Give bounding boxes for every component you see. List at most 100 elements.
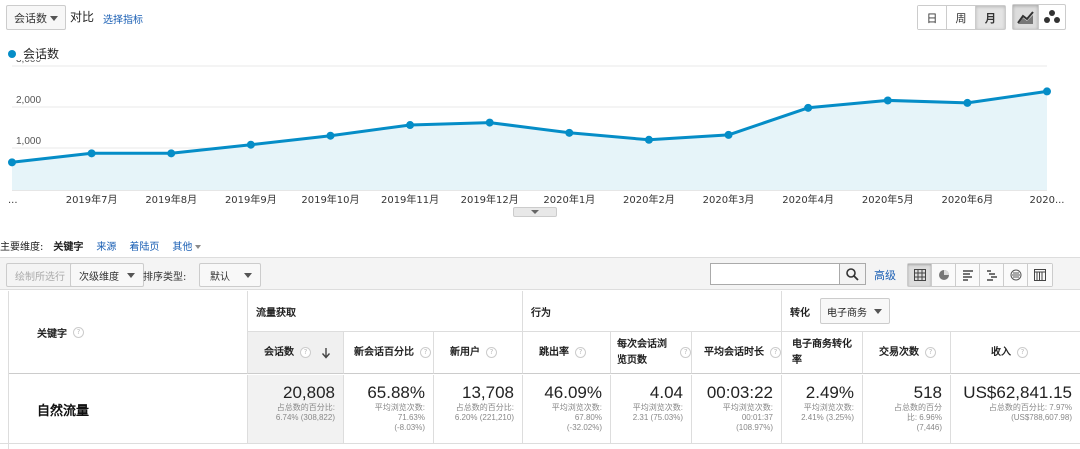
- primary-dimension-label: 主要维度:: [0, 241, 44, 253]
- data-point: [565, 128, 574, 137]
- sort-type-value: 默认: [210, 271, 230, 283]
- select-metric-link[interactable]: 选择指标: [103, 11, 143, 26]
- x-tick-label: 2019年10月: [301, 193, 359, 206]
- col-new-sessions-pct-label: 新会话百分比: [354, 346, 414, 358]
- cell-new-users: 13,708 占总数的百分比: 6.20% (221,210): [434, 375, 523, 443]
- col-ecommerce-conversion-rate[interactable]: 电子商务转化率: [782, 332, 863, 374]
- y-tick-label: 2,000: [16, 95, 41, 106]
- sessions-line-chart: 1,000 2,000 3,000... 2019年7月 2019年8月 2019年9月 2…: [8, 60, 1065, 206]
- granularity-toggle: 日 周 月: [917, 5, 1006, 30]
- chart-collapse-handle[interactable]: [513, 207, 557, 217]
- cell-new-users-sub-2: 6.20% (221,210): [454, 413, 514, 422]
- help-icon[interactable]: ?: [1017, 347, 1028, 358]
- chevron-down-icon: [127, 272, 135, 278]
- keyword-column-header[interactable]: 关键字?: [9, 291, 248, 374]
- data-point: [167, 149, 176, 158]
- data-point: [8, 158, 16, 167]
- col-pages-per-session-label: 每次会话浏览页数: [617, 338, 667, 366]
- help-icon[interactable]: ?: [770, 347, 781, 358]
- view-pivot-button[interactable]: [1028, 264, 1052, 286]
- motion-chart-button[interactable]: [1039, 5, 1065, 29]
- col-pages-per-session[interactable]: 每次会话浏览页数?: [611, 332, 692, 374]
- view-comparison-button[interactable]: [980, 264, 1004, 286]
- dimension-other-dropdown[interactable]: 其他: [172, 238, 202, 253]
- pivot-icon: [1034, 269, 1046, 281]
- advanced-filter-link[interactable]: 高级: [874, 267, 896, 283]
- granularity-month-button[interactable]: 月: [976, 6, 1005, 29]
- help-icon[interactable]: ?: [300, 347, 311, 358]
- view-term-cloud-button[interactable]: [1004, 264, 1028, 286]
- help-icon[interactable]: ?: [73, 326, 84, 338]
- help-icon[interactable]: ?: [486, 347, 497, 358]
- view-data-table-button[interactable]: [908, 264, 932, 286]
- help-icon[interactable]: ?: [420, 347, 431, 358]
- secondary-dimension-select[interactable]: 次级维度: [70, 263, 144, 287]
- data-point: [883, 96, 892, 105]
- cell-new-sessions-pct-sub-3: (-8.03%): [394, 423, 425, 432]
- dimension-keyword[interactable]: 关键字: [53, 238, 83, 253]
- plot-rows-button[interactable]: 绘制所选行: [6, 263, 74, 287]
- sort-desc-arrow-icon: [321, 347, 331, 359]
- col-avg-session-duration[interactable]: 平均会话时长?: [692, 332, 782, 374]
- data-point: [963, 98, 972, 107]
- row-label-organic[interactable]: 自然流量: [9, 375, 248, 443]
- x-tick-label: 2019年11月: [381, 193, 439, 206]
- data-point: [87, 149, 96, 158]
- col-revenue[interactable]: 收入?: [951, 332, 1080, 374]
- sort-type-label: 排序类型:: [143, 272, 187, 283]
- conversion-type-select[interactable]: 电子商务: [820, 298, 890, 324]
- collapse-arrow-icon: [531, 210, 539, 214]
- data-point: [644, 135, 653, 144]
- cell-pages-per-session-value: 4.04: [649, 383, 683, 402]
- cell-new-users-sub-1: 占总数的百分比:: [455, 403, 514, 412]
- cell-transactions-sub-3: (7,446): [916, 423, 942, 432]
- view-performance-button[interactable]: [956, 264, 980, 286]
- cell-ecommerce-conversion-rate-value: 2.49%: [805, 383, 854, 402]
- group-conversions: 转化 电子商务: [782, 291, 1080, 332]
- help-icon[interactable]: ?: [680, 347, 691, 358]
- granularity-week-button[interactable]: 周: [947, 6, 976, 29]
- dimension-source-link[interactable]: 来源: [96, 238, 116, 253]
- x-tick-label: 2020年3月: [703, 193, 755, 206]
- cell-sessions-sub-1: 占总数的百分比:: [276, 403, 335, 412]
- search-button[interactable]: [840, 263, 866, 285]
- data-point: [326, 131, 335, 140]
- group-behavior: 行为: [523, 291, 782, 332]
- comparison-icon: [986, 270, 997, 281]
- cell-new-sessions-pct: 65.88% 平均浏览次数: 71.63% (-8.03%): [344, 375, 434, 443]
- dimension-landing-page-link[interactable]: 着陆页: [129, 238, 159, 253]
- help-icon[interactable]: ?: [575, 347, 586, 358]
- metric-select-value: 会话数: [14, 11, 47, 25]
- metric-select[interactable]: 会话数: [6, 5, 66, 30]
- x-tick-label: 2020年4月: [782, 193, 834, 206]
- legend-dot: [8, 49, 16, 58]
- cell-revenue-sub-1: 占总数的百分比: 7.97%: [988, 403, 1072, 412]
- view-pie-button[interactable]: [932, 264, 956, 286]
- help-icon[interactable]: ?: [925, 347, 936, 358]
- cell-new-sessions-pct-sub-1: 平均浏览次数:: [374, 403, 425, 412]
- sort-type-select[interactable]: 默认: [199, 263, 261, 287]
- col-revenue-label: 收入: [991, 346, 1011, 358]
- data-point: [724, 130, 733, 139]
- col-bounce-rate[interactable]: 跳出率?: [523, 332, 611, 374]
- x-tick-label: 2020年6月: [941, 193, 993, 206]
- bubble-chart-icon: [1044, 10, 1060, 23]
- col-transactions[interactable]: 交易次数?: [863, 332, 951, 374]
- cell-sessions-sub-2: 6.74% (308,822): [275, 413, 335, 422]
- table-search-input[interactable]: [710, 263, 840, 285]
- next-row-edge: [0, 443, 1080, 449]
- cell-revenue-sub-2: (US$788,607.98): [1011, 413, 1072, 422]
- line-chart-button[interactable]: [1013, 5, 1039, 29]
- x-tick-label: 2020年1月: [543, 193, 595, 206]
- cell-bounce-rate-sub-1: 平均浏览次数:: [551, 403, 602, 412]
- granularity-day-button[interactable]: 日: [918, 6, 947, 29]
- col-sessions[interactable]: 会话数?: [248, 332, 344, 374]
- col-new-users[interactable]: 新用户?: [434, 332, 523, 374]
- cell-bounce-rate: 46.09% 平均浏览次数: 67.80% (-32.02%): [523, 375, 611, 443]
- data-point: [804, 103, 813, 112]
- col-new-sessions-pct[interactable]: 新会话百分比?: [344, 332, 434, 374]
- cell-sessions-value: 20,808: [283, 383, 335, 402]
- cell-avg-session-duration-sub-1: 平均浏览次数:: [722, 403, 773, 412]
- chevron-down-icon: [874, 309, 882, 314]
- table-toolbar: 绘制所选行 次级维度 排序类型: 默认 高级: [0, 257, 1080, 290]
